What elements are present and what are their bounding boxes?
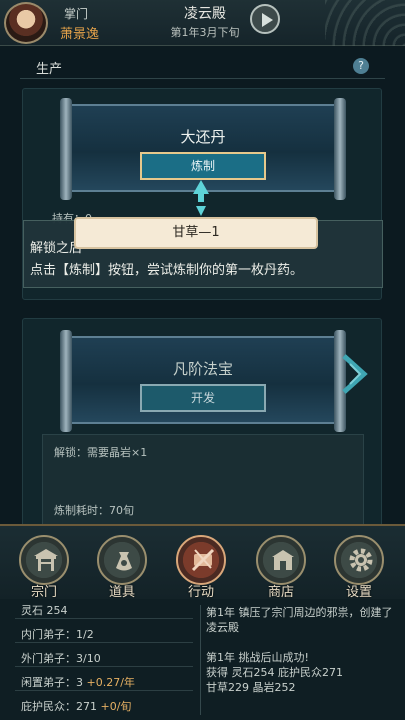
log-entry: 甘草229 晶岩252	[206, 681, 296, 694]
idle-disciples: 闲置弟子：3 +0.27/年	[21, 674, 135, 690]
nav-circle	[176, 535, 226, 585]
log-entry: 第1年 镇压了宗门周边的邪祟，创建了凌云殿	[206, 606, 393, 634]
nav-label: 设置	[345, 585, 372, 600]
divider	[15, 690, 193, 691]
recipe-scroll-2: 凡阶法宝 开发	[60, 330, 346, 432]
action-scroll-icon	[191, 548, 215, 572]
sect-gate-icon	[34, 549, 58, 571]
divider	[15, 666, 193, 667]
tutorial-arrow-icon	[193, 180, 209, 216]
protected-delta: +0/旬	[100, 700, 132, 713]
gear-icon	[349, 548, 373, 572]
player-name: 萧景逸	[60, 27, 100, 42]
shop-icon	[272, 550, 294, 570]
log-entry: 第1年 挑战后山成功!	[206, 651, 309, 664]
player-role: 掌门	[64, 7, 89, 21]
nav-shop[interactable]: 商店	[252, 535, 310, 600]
resource-cost-banner: 甘草—1	[74, 217, 318, 249]
production-header: 生产 ?	[20, 55, 385, 79]
develop-button[interactable]: 开发	[140, 384, 266, 412]
idle-delta: +0.27/年	[86, 676, 135, 689]
divider	[15, 618, 193, 619]
unlock-requirement: 解锁：需要晶岩×1	[54, 446, 148, 459]
idle-label: 闲置弟子：3	[21, 676, 83, 689]
nav-items[interactable]: 道具	[93, 535, 151, 600]
footer-divider	[200, 605, 201, 715]
spirit-stone-count: 灵石 254	[21, 604, 68, 617]
nav-circle	[256, 535, 306, 585]
protected-label: 庇护民众：271	[21, 700, 97, 713]
event-log: 第1年 镇压了宗门周边的邪祟，创建了凌云殿 第1年 挑战后山成功! 获得 灵石2…	[206, 605, 396, 695]
tooltip-line-2: 点击【炼制】按钮，尝试炼制你的第一枚丹药。	[30, 263, 304, 278]
recipe-scroll-1: 大还丹 炼制	[60, 98, 346, 200]
nav-label: 道具	[108, 585, 135, 600]
craft-time: 炼制耗时：70旬	[54, 504, 134, 517]
nav-circle	[97, 535, 147, 585]
recipe-name: 大还丹	[180, 128, 226, 146]
divider	[15, 642, 193, 643]
nav-circle	[19, 535, 69, 585]
log-entry: 获得 灵石254 庇护民众271	[206, 666, 343, 679]
protected-people: 庇护民众：271 +0/旬	[21, 698, 131, 714]
nav-sect[interactable]: 宗门	[15, 535, 73, 600]
advance-time-button[interactable]	[250, 4, 280, 34]
play-icon	[262, 13, 273, 27]
nav-label: 行动	[187, 585, 214, 600]
help-icon[interactable]: ?	[353, 58, 369, 74]
top-bar: 掌门 萧景逸 凌云殿 第1年3月下旬	[0, 0, 405, 46]
next-arrow-icon[interactable]	[340, 352, 370, 396]
nav-label: 宗门	[30, 585, 57, 600]
status-footer: 灵石 254 内门弟子：1/2 外门弟子：3/10 闲置弟子：3 +0.27/年…	[0, 599, 405, 720]
craft-button[interactable]: 炼制	[140, 152, 266, 180]
avatar[interactable]	[4, 2, 48, 44]
header-ornament	[325, 0, 405, 46]
nav-circle	[334, 535, 384, 585]
nav-action[interactable]: 行动	[172, 535, 230, 600]
log-spacer	[206, 635, 396, 650]
outer-disciples: 外门弟子：3/10	[21, 652, 101, 665]
inner-disciples: 内门弟子：1/2	[21, 628, 94, 641]
nav-settings[interactable]: 设置	[330, 535, 388, 600]
item-bag-icon	[116, 552, 132, 571]
bottom-nav: 宗门 道具 行动 商店 设置	[0, 524, 405, 600]
recipe-name: 凡阶法宝	[172, 360, 233, 378]
nav-label: 商店	[267, 585, 294, 600]
section-title: 生产	[36, 62, 63, 77]
